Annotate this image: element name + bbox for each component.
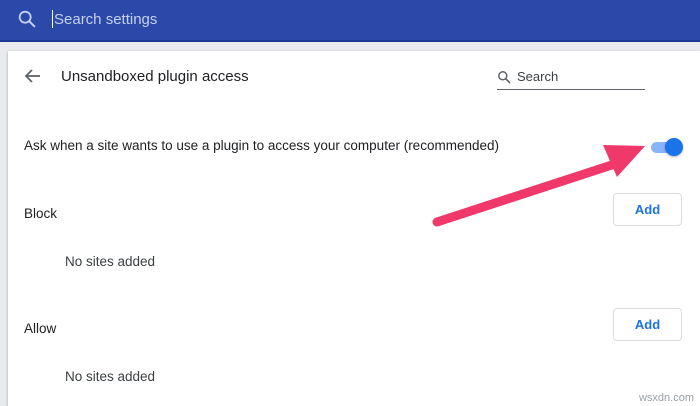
allow-add-button[interactable]: Add: [613, 308, 682, 341]
arrow-back-icon[interactable]: [24, 67, 42, 85]
toggle-knob: [665, 138, 683, 156]
plugin-settings-card: Unsandboxed plugin access Search Ask whe…: [8, 51, 700, 406]
allow-empty-text: No sites added: [65, 369, 156, 384]
block-add-button[interactable]: Add: [613, 193, 682, 226]
settings-search-input[interactable]: Search settings: [52, 8, 157, 30]
search-icon[interactable]: [16, 8, 38, 30]
ask-setting-label: Ask when a site wants to use a plugin to…: [24, 138, 499, 153]
settings-search-placeholder: Search settings: [54, 10, 158, 28]
watermark-text: wsxdn.com: [638, 392, 694, 404]
search-icon: [498, 71, 511, 84]
text-caret: [52, 10, 53, 28]
allow-section-label: Allow: [24, 321, 57, 336]
block-empty-text: No sites added: [65, 254, 156, 269]
site-search-input[interactable]: Search: [497, 67, 645, 90]
settings-header: Search settings: [0, 0, 700, 42]
block-section-label: Block: [24, 206, 58, 221]
site-search-placeholder: Search: [517, 69, 559, 84]
ask-toggle-switch[interactable]: [649, 138, 683, 156]
page-title: Unsandboxed plugin access: [61, 68, 249, 85]
